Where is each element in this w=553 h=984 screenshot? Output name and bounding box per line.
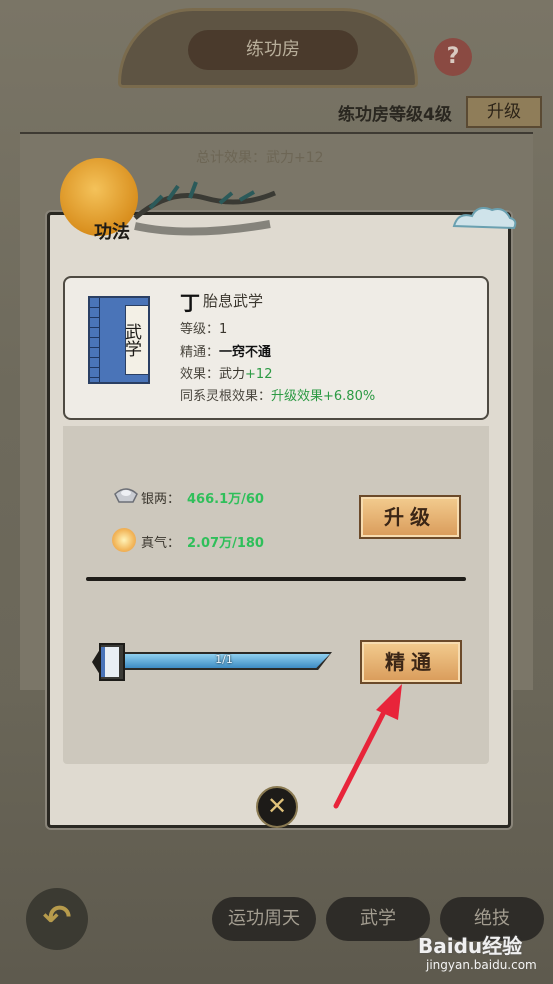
silver-ingot-icon [114,488,138,503]
mastery-label: 精通： [180,345,220,360]
upgrade-button[interactable]: 升级 [359,495,461,539]
modal-title: 功法 [94,222,130,243]
level-label: 等级： [180,322,220,337]
room-title: 练功房 [188,30,358,70]
upgrade-section [63,426,489,764]
qi-label: 真气： [141,536,181,551]
room-level-text: 练功房等级4级 [338,105,452,125]
back-arrow-icon[interactable]: ↶ [26,888,88,950]
level-value: 1 [219,322,228,337]
book-label: 武学 [121,305,149,375]
silver-label: 银两： [141,492,181,507]
baidu-watermark: Baidu经验 [418,934,523,958]
qi-value: 2.07万/180 [187,536,264,551]
tab-yungong[interactable]: 运功周天 [212,897,316,941]
qi-icon [112,528,136,552]
book-spine [90,298,100,382]
mastery-button[interactable]: 精通 [360,640,462,684]
effect-label: 效果： [180,367,220,382]
skill-grade: 丁 [180,291,200,315]
question-icon[interactable]: ? [434,38,472,76]
root-effect-value: 升级效果+6.80% [271,389,376,404]
mastery-progress-text: 1/1 [215,653,233,666]
red-arrow-annotation [333,684,402,809]
silver-value: 466.1万/60 [187,492,264,507]
tab-wuxue[interactable]: 武学 [326,897,430,941]
pine-decoration [133,181,276,236]
progress-book-icon [92,643,125,681]
effect-row: 效果：武力+12 [180,363,272,382]
mastery-row: 精通：一窍不通 [180,341,271,360]
effect-text: 武力 [219,367,246,382]
close-icon[interactable]: ✕ [256,786,298,828]
mastery-value: 一窍不通 [219,345,272,360]
effect-bonus: +12 [245,367,273,382]
total-effect-text: 总计效果：武力+12 [196,150,324,166]
root-effect-label: 同系灵根效果： [180,389,272,404]
skill-book-icon: 武学 [88,296,150,384]
level-row: 等级：1 [180,318,227,337]
section-divider [86,577,466,581]
skill-name: 胎息武学 [203,292,264,310]
watermark-url: jingyan.baidu.com [426,958,537,972]
root-effect-row: 同系灵根效果：升级效果+6.80% [180,385,375,404]
room-upgrade-button[interactable]: 升级 [466,96,542,128]
cloud-decoration [452,207,517,230]
